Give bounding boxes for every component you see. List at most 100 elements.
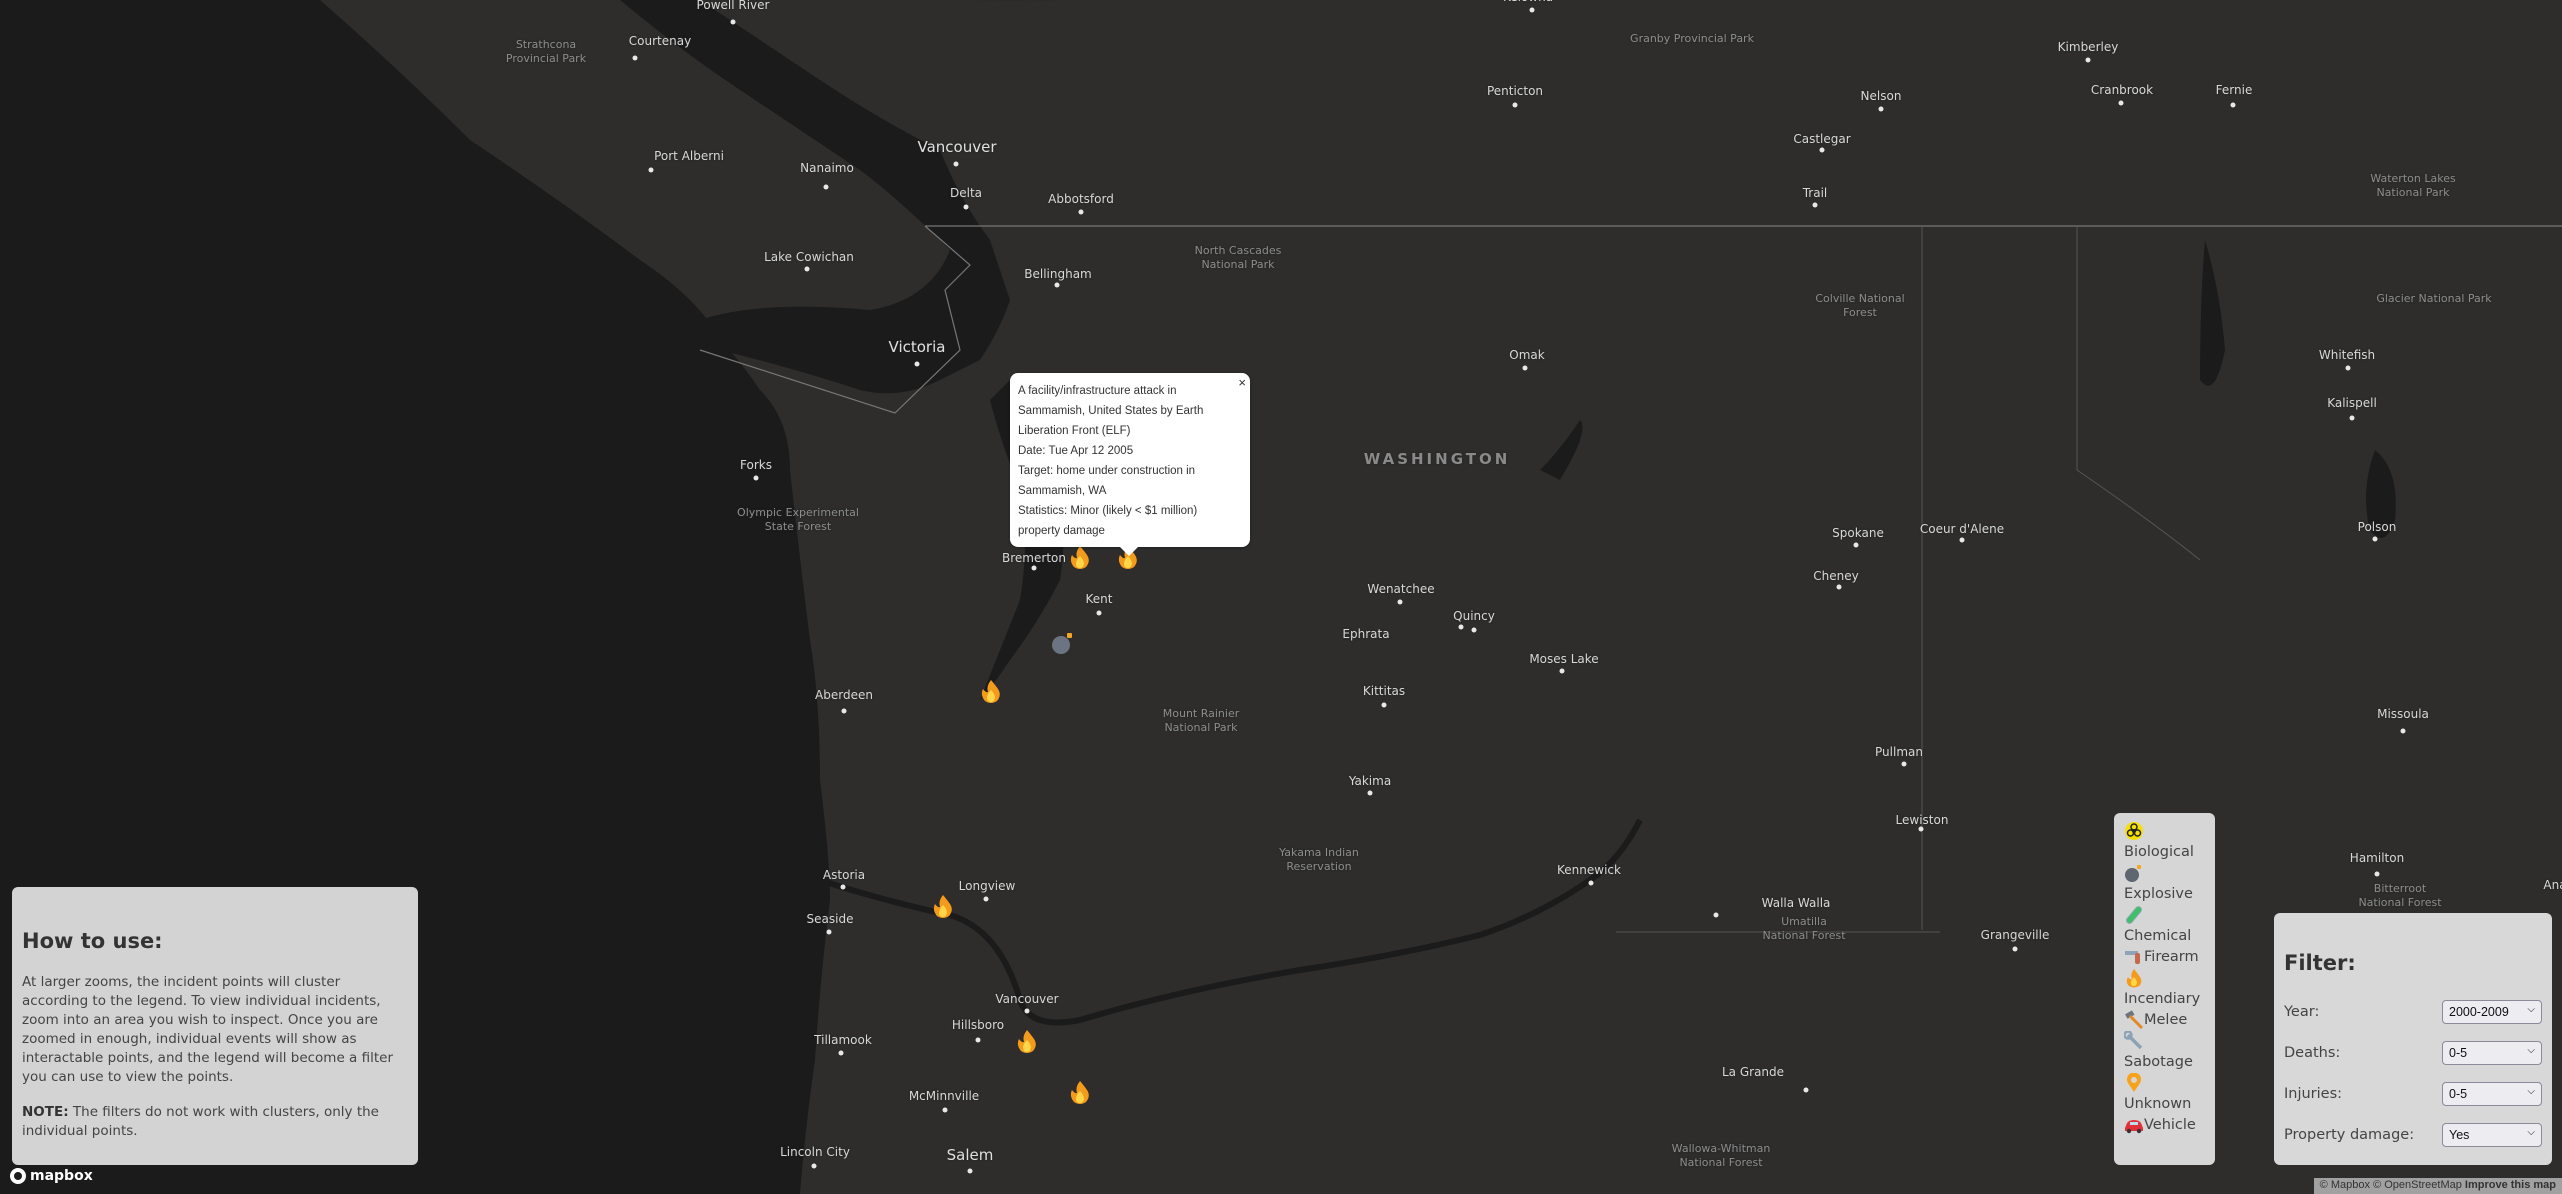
legend-item-explosive[interactable]: Explosive — [2124, 863, 2205, 905]
place-label: Nelson — [1860, 89, 1902, 103]
place-label: Victoria — [888, 338, 946, 356]
place-label: Aberdeen — [815, 688, 873, 702]
place-dot — [1522, 365, 1528, 371]
legend-item-sabotage[interactable]: Sabotage — [2123, 1030, 2205, 1073]
id-mt-border — [2076, 226, 2201, 561]
year-select-value: 2000-2009 — [2449, 1004, 2509, 1019]
place-label: Strathcona Provincial Park — [505, 38, 587, 65]
place-label: Lake Cowichan — [764, 250, 854, 264]
property-damage-select[interactable]: Yes ⌵ — [2442, 1122, 2542, 1147]
place-dot — [2349, 415, 2355, 421]
place-label: North Cascades National Park — [1194, 244, 1282, 271]
place-label: Castlegar — [1793, 132, 1851, 146]
place-label: McMinnville — [908, 1089, 980, 1103]
place-dot — [1078, 209, 1084, 215]
place-label: La Grande — [1721, 1065, 1785, 1079]
place-label: Ephrata — [1342, 627, 1390, 641]
legend-item-firearm[interactable]: Firearm — [2124, 947, 2205, 968]
place-label: Walla Walla — [1761, 896, 1831, 910]
mapbox-logo[interactable]: mapbox — [10, 1168, 93, 1184]
fire-icon — [1116, 546, 1140, 576]
injuries-select[interactable]: 0-5 ⌵ — [2442, 1081, 2542, 1106]
place-dot — [2374, 871, 2380, 877]
place-label: Colville National Forest — [1815, 292, 1905, 319]
place-dot — [1397, 599, 1403, 605]
place-dot — [1918, 826, 1924, 832]
place-dot — [1458, 624, 1464, 630]
place-label: Delta — [949, 186, 983, 200]
place-label: Kimberley — [2057, 40, 2119, 54]
fire-icon — [1068, 1081, 1092, 1111]
place-dot — [823, 184, 829, 190]
bomb-icon — [2124, 863, 2144, 883]
place-label: Tillamook — [814, 1033, 872, 1047]
popup-close-button[interactable]: × — [1238, 375, 1246, 390]
place-label: Abbotsford — [1048, 192, 1114, 206]
incident-marker-incendiary[interactable] — [1067, 1080, 1093, 1106]
place-label: Vancouver — [995, 992, 1059, 1006]
fire-icon — [931, 895, 955, 925]
legend-label: Sabotage — [2124, 1054, 2193, 1070]
place-dot — [2230, 102, 2236, 108]
incident-marker-explosive[interactable] — [1050, 630, 1076, 656]
place-dot — [730, 19, 736, 25]
place-dot — [975, 1037, 981, 1043]
place-label: Olympic Experimental State Forest — [737, 506, 859, 533]
incident-marker-incendiary[interactable] — [1067, 545, 1093, 571]
place-label: Mount Rainier National Park — [1162, 707, 1240, 734]
place-dot — [1878, 106, 1884, 112]
legend-panel: Biological Explosive Chemical Firearm In… — [2114, 813, 2215, 1165]
place-dot — [826, 929, 832, 935]
fire-icon — [979, 680, 1003, 710]
place-dot — [1836, 584, 1842, 590]
legend-item-vehicle[interactable]: Vehicle — [2124, 1115, 2205, 1136]
legend-label: Chemical — [2124, 928, 2192, 944]
place-dot — [2400, 728, 2406, 734]
place-dot — [1812, 202, 1818, 208]
place-dot — [1901, 761, 1907, 767]
place-dot — [1803, 1087, 1809, 1093]
mapbox-icon — [10, 1168, 26, 1184]
place-dot — [840, 884, 846, 890]
filter-label: Year: — [2284, 1003, 2320, 1020]
fire-icon — [1068, 546, 1092, 576]
chevron-down-icon: ⌵ — [2527, 1003, 2535, 1015]
place-dot — [1512, 102, 1518, 108]
legend-label: Unknown — [2124, 1096, 2192, 1112]
year-select[interactable]: 2000-2009 ⌵ — [2442, 999, 2542, 1024]
legend-item-incendiary[interactable]: Incendiary — [2124, 968, 2205, 1010]
place-label: Port Alberni — [654, 149, 724, 163]
place-label: Pullman — [1875, 745, 1923, 759]
lake-chelan — [1540, 420, 1583, 480]
injuries-select-value: 0-5 — [2449, 1086, 2468, 1101]
improve-map-link[interactable]: Improve this map — [2465, 1179, 2556, 1191]
place-dot — [983, 896, 989, 902]
filter-panel: Filter: Year: 2000-2009 ⌵ Deaths: 0-5 ⌵ In… — [2274, 913, 2552, 1165]
place-label: Ana — [2543, 878, 2562, 892]
osm-attribution-link[interactable]: © OpenStreetMap — [2373, 1179, 2462, 1191]
place-dot — [632, 55, 638, 61]
legend-label: Explosive — [2124, 886, 2193, 902]
legend-item-biological[interactable]: Biological — [2124, 821, 2205, 863]
deaths-select-value: 0-5 — [2449, 1045, 2468, 1060]
place-label: Wallowa-Whitman National Forest — [1671, 1142, 1771, 1169]
legend-item-chemical[interactable]: Chemical — [2124, 905, 2205, 947]
legend-item-melee[interactable]: Melee — [2124, 1010, 2205, 1031]
incident-marker-incendiary[interactable] — [1014, 1029, 1040, 1055]
place-label: Grangeville — [1980, 928, 2050, 942]
incident-marker-incendiary[interactable] — [978, 679, 1004, 705]
legend-label: Biological — [2124, 844, 2194, 860]
place-dot — [2012, 946, 2018, 952]
biohazard-icon — [2124, 821, 2144, 841]
place-label: Provincial Park — [974, 0, 1054, 4]
mapbox-attribution-link[interactable]: © Mapbox — [2320, 1179, 2370, 1191]
deaths-select[interactable]: 0-5 ⌵ — [2442, 1040, 2542, 1065]
place-label: Moses Lake — [1529, 652, 1599, 666]
place-label: Hillsboro — [951, 1018, 1005, 1032]
incident-marker-incendiary[interactable] — [930, 894, 956, 920]
incident-popup: × A facility/infrastructure attack in Sa… — [1010, 373, 1250, 556]
place-label: Lincoln City — [780, 1145, 850, 1159]
place-dot — [967, 1168, 973, 1174]
legend-item-unknown[interactable]: Unknown — [2124, 1072, 2205, 1115]
place-label: Bremerton — [1002, 551, 1066, 565]
